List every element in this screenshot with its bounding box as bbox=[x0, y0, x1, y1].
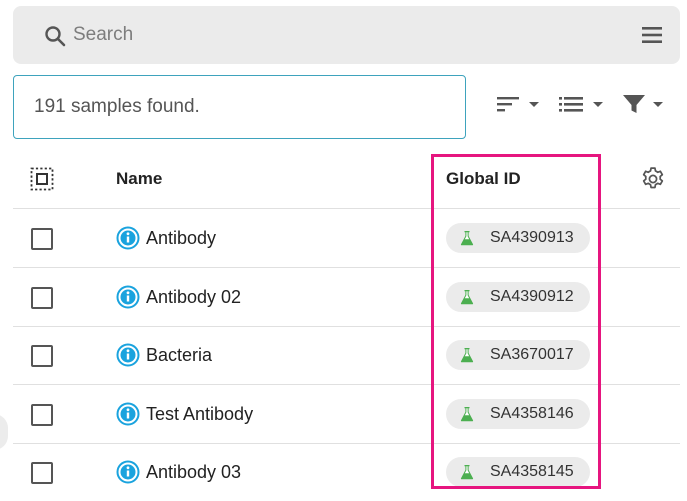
sample-name[interactable]: Test Antibody bbox=[146, 404, 253, 425]
filter-icon bbox=[623, 95, 645, 113]
hamburger-menu-icon[interactable] bbox=[642, 26, 662, 44]
row-checkbox[interactable] bbox=[31, 345, 53, 367]
info-icon[interactable] bbox=[116, 460, 140, 484]
global-id-chip[interactable]: SA4358145 bbox=[446, 457, 590, 487]
sort-icon bbox=[497, 97, 519, 112]
filter-button[interactable] bbox=[623, 92, 663, 116]
info-icon[interactable] bbox=[116, 343, 140, 367]
search-bar bbox=[13, 6, 680, 64]
side-panel-handle[interactable] bbox=[0, 414, 8, 450]
table-header: Name Global ID bbox=[13, 150, 680, 209]
global-id-text: SA4358145 bbox=[490, 463, 574, 480]
table-row[interactable]: Bacteria SA3670017 bbox=[13, 326, 680, 385]
sample-name[interactable]: Antibody bbox=[146, 228, 216, 249]
search-icon[interactable] bbox=[43, 24, 67, 48]
table-row[interactable]: Antibody 02 SA4390912 bbox=[13, 268, 680, 327]
global-id-text: SA4390912 bbox=[490, 288, 574, 305]
chevron-down-icon bbox=[593, 101, 603, 107]
table-row[interactable]: Antibody SA4390913 bbox=[13, 209, 680, 268]
row-checkbox[interactable] bbox=[31, 462, 53, 484]
search-input[interactable] bbox=[73, 20, 613, 50]
chevron-down-icon bbox=[653, 101, 663, 107]
list-view-icon bbox=[559, 97, 583, 112]
column-header-global-id[interactable]: Global ID bbox=[446, 169, 521, 189]
select-all-icon[interactable] bbox=[30, 167, 54, 191]
global-id-text: SA3670017 bbox=[490, 346, 574, 363]
flask-icon bbox=[460, 407, 474, 422]
row-checkbox[interactable] bbox=[31, 404, 53, 426]
view-mode-button[interactable] bbox=[559, 92, 603, 116]
global-id-chip[interactable]: SA4390912 bbox=[446, 282, 590, 312]
table-row[interactable]: Antibody 03 SA4358145 bbox=[13, 443, 680, 501]
sample-name[interactable]: Bacteria bbox=[146, 345, 212, 366]
results-count-box: 191 samples found. bbox=[13, 75, 466, 139]
row-checkbox[interactable] bbox=[31, 228, 53, 250]
sort-button[interactable] bbox=[497, 92, 539, 116]
info-icon[interactable] bbox=[116, 226, 140, 250]
gear-icon[interactable] bbox=[640, 166, 666, 192]
results-count-text: 191 samples found. bbox=[34, 96, 200, 117]
column-header-name[interactable]: Name bbox=[116, 169, 162, 189]
flask-icon bbox=[460, 465, 474, 480]
global-id-text: SA4358146 bbox=[490, 405, 574, 422]
flask-icon bbox=[460, 348, 474, 363]
info-icon[interactable] bbox=[116, 402, 140, 426]
sample-name[interactable]: Antibody 03 bbox=[146, 462, 241, 483]
info-icon[interactable] bbox=[116, 285, 140, 309]
chevron-down-icon bbox=[529, 101, 539, 107]
global-id-text: SA4390913 bbox=[490, 229, 574, 246]
table-row[interactable]: Test Antibody SA4358146 bbox=[13, 385, 680, 444]
global-id-chip[interactable]: SA4390913 bbox=[446, 223, 590, 253]
global-id-chip[interactable]: SA3670017 bbox=[446, 340, 590, 370]
global-id-chip[interactable]: SA4358146 bbox=[446, 399, 590, 429]
row-checkbox[interactable] bbox=[31, 287, 53, 309]
sample-name[interactable]: Antibody 02 bbox=[146, 287, 241, 308]
flask-icon bbox=[460, 290, 474, 305]
flask-icon bbox=[460, 231, 474, 246]
